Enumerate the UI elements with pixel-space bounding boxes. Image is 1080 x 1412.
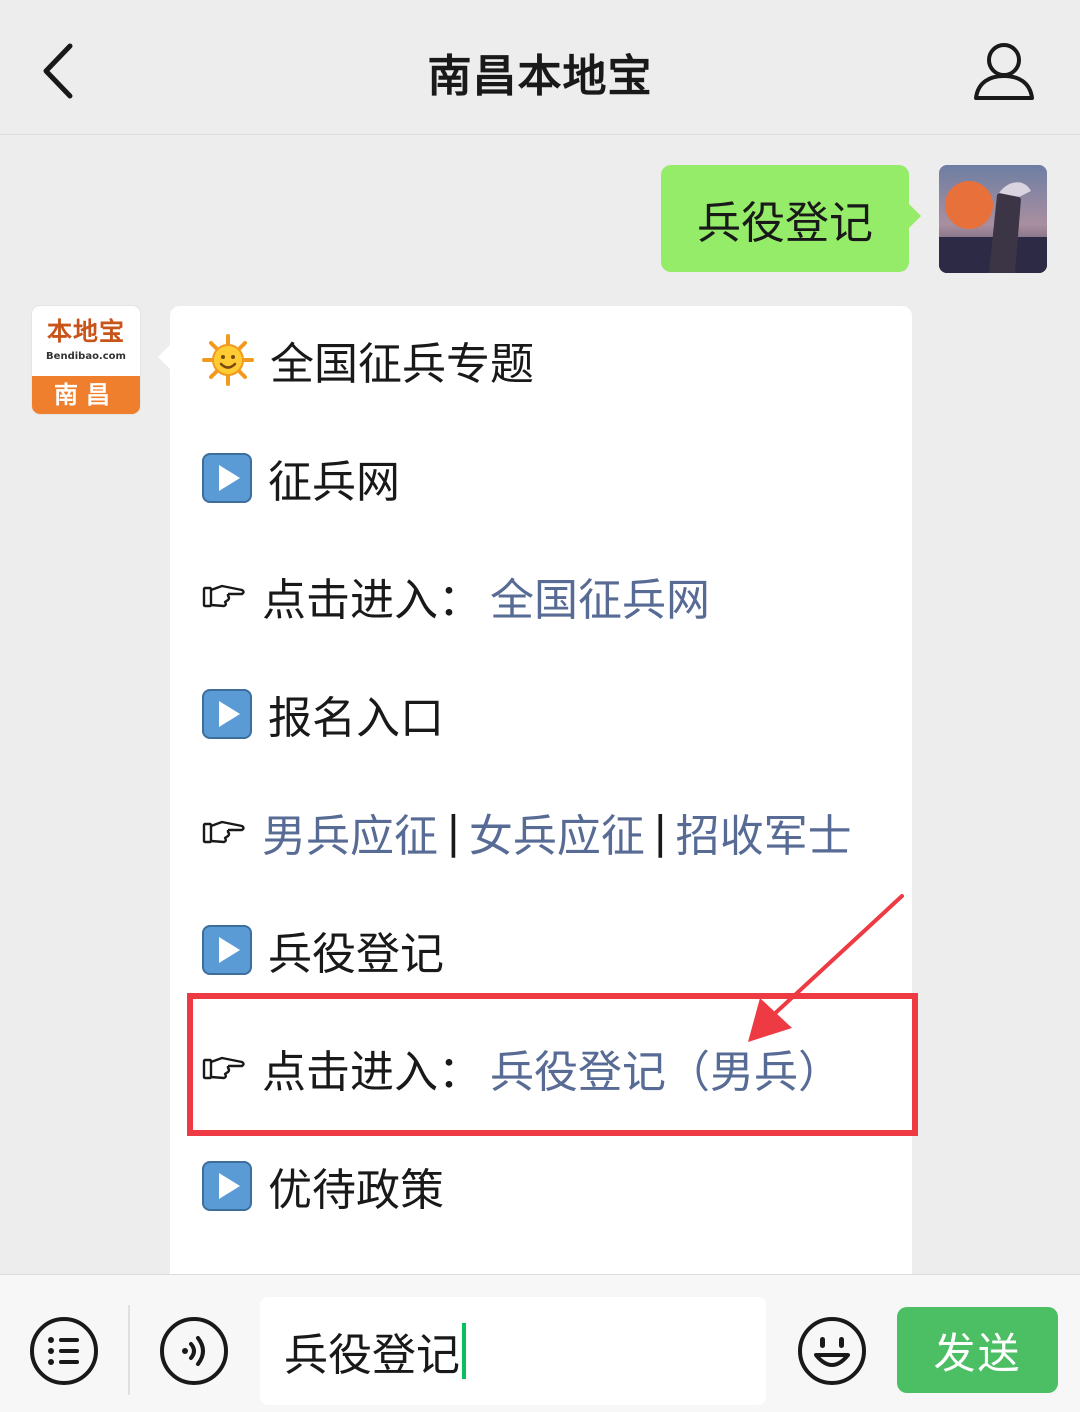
play-button-icon bbox=[202, 925, 252, 975]
link-nco-recruitment[interactable]: 招收军士 bbox=[676, 800, 852, 864]
link-row-recruitment-site: 点击进入： 全国征兵网 bbox=[202, 566, 710, 626]
outgoing-message-text: 兵役登记 bbox=[697, 197, 873, 249]
outgoing-message-bubble[interactable]: 兵役登记 bbox=[661, 165, 921, 272]
play-button-icon bbox=[202, 453, 252, 503]
pointing-hand-icon bbox=[202, 820, 245, 844]
text-cursor bbox=[462, 1323, 466, 1379]
link-military-registration-male[interactable]: 兵役登记（男兵） bbox=[490, 1036, 842, 1100]
section-title-registration: 报名入口 bbox=[268, 693, 444, 744]
account-avatar[interactable]: 本地宝 Bendibao.com 南昌 bbox=[32, 306, 140, 414]
link-prefix: 点击进入： bbox=[262, 575, 482, 626]
sun-emoji-icon bbox=[202, 334, 254, 386]
section-heading-benefits: 优待政策 bbox=[202, 1156, 444, 1216]
account-domain: Bendibao.com bbox=[46, 351, 126, 362]
chat-input-bar: 兵役登记 发送 bbox=[0, 1274, 1080, 1412]
play-button-icon bbox=[202, 689, 252, 739]
link-row-military-registration: 点击进入： 兵役登记（男兵） bbox=[202, 1038, 842, 1098]
message-input[interactable]: 兵役登记 bbox=[260, 1297, 766, 1405]
menu-list-icon[interactable] bbox=[28, 1315, 100, 1387]
user-avatar-image bbox=[939, 165, 1047, 273]
input-divider bbox=[128, 1305, 130, 1395]
link-row-registration: 男兵应征 | 女兵应征 | 招收军士 bbox=[202, 802, 852, 862]
section-title-benefits: 优待政策 bbox=[268, 1165, 444, 1216]
link-prefix: 点击进入： bbox=[262, 1047, 482, 1098]
link-separator: | bbox=[652, 806, 668, 858]
link-national-recruitment-site[interactable]: 全国征兵网 bbox=[490, 564, 710, 628]
section-heading-registration: 报名入口 bbox=[202, 684, 444, 744]
link-separator: | bbox=[446, 806, 461, 858]
link-female-enlistment[interactable]: 女兵应征 bbox=[469, 800, 645, 864]
section-heading-recruitment-site: 征兵网 bbox=[202, 448, 400, 508]
profile-icon[interactable] bbox=[972, 40, 1036, 102]
section-heading-military-registration: 兵役登记 bbox=[202, 920, 444, 980]
account-logo-text: 本地宝 bbox=[46, 317, 125, 346]
emoji-icon[interactable] bbox=[796, 1315, 868, 1387]
pointing-hand-icon bbox=[202, 1056, 245, 1080]
send-button[interactable]: 发送 bbox=[897, 1307, 1058, 1393]
play-button-icon bbox=[202, 1161, 252, 1211]
topic-title: 全国征兵专题 bbox=[270, 339, 534, 390]
incoming-message-bubble: 全国征兵专题 征兵网 点击进入： 全国征兵网 报名入口 男兵应征 | 女兵应征 … bbox=[158, 306, 912, 1306]
page-title: 南昌本地宝 bbox=[427, 51, 653, 102]
link-male-enlistment[interactable]: 男兵应征 bbox=[262, 800, 438, 864]
section-title-military-registration: 兵役登记 bbox=[268, 929, 444, 980]
topic-row: 全国征兵专题 bbox=[202, 330, 534, 390]
pointing-hand-icon bbox=[202, 584, 245, 608]
section-title-recruitment-site: 征兵网 bbox=[268, 457, 400, 508]
nav-bar: 南昌本地宝 bbox=[0, 0, 1080, 135]
account-city-label: 南昌 bbox=[32, 376, 140, 414]
message-input-value: 兵役登记 bbox=[284, 1330, 460, 1381]
user-avatar[interactable] bbox=[939, 165, 1047, 273]
voice-input-icon[interactable] bbox=[158, 1315, 230, 1387]
